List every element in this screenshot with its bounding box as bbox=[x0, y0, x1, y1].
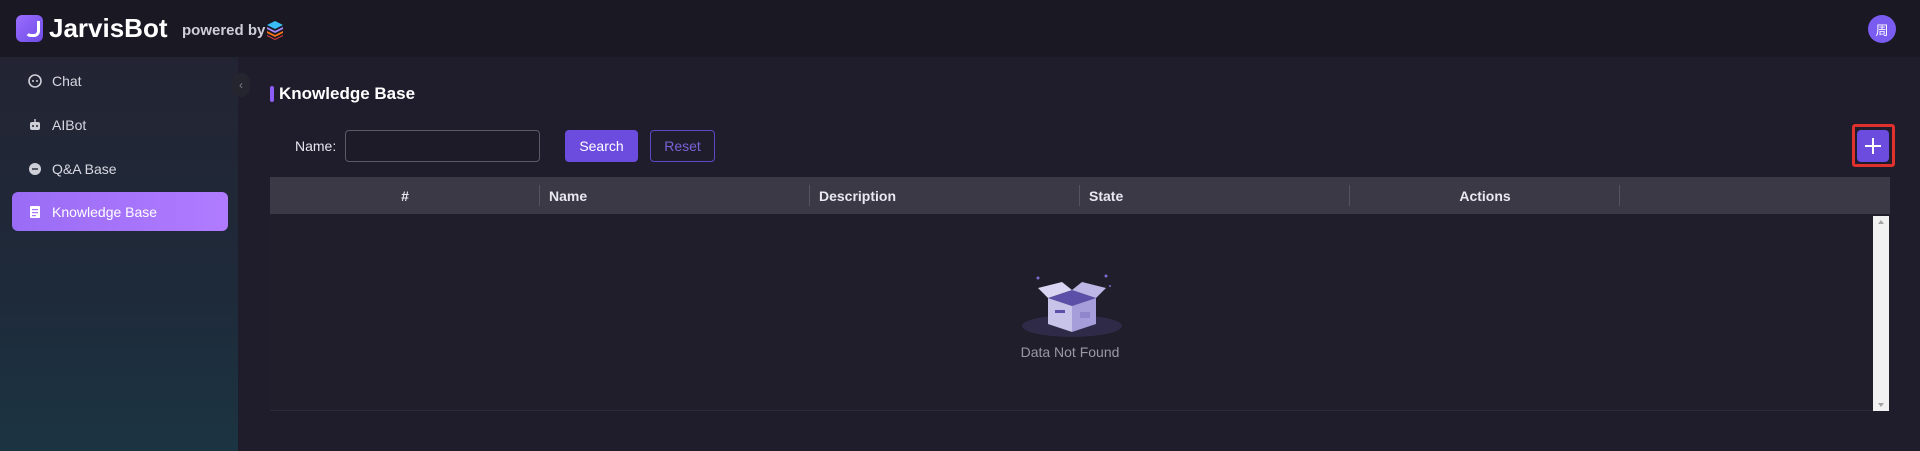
column-header-actions[interactable]: Actions bbox=[1350, 177, 1620, 214]
add-knowledge-base-button[interactable] bbox=[1857, 130, 1889, 162]
app-name: JarvisBot bbox=[49, 13, 168, 43]
collapse-sidebar-button[interactable]: ‹ bbox=[232, 73, 250, 97]
sidebar-item-label: AIBot bbox=[52, 116, 87, 133]
column-header-index[interactable]: # bbox=[270, 177, 540, 214]
book-icon bbox=[28, 205, 42, 219]
column-header-name[interactable]: Name bbox=[540, 177, 810, 214]
app-logo-icon bbox=[16, 15, 43, 42]
column-header-description[interactable]: Description bbox=[810, 177, 1080, 214]
plus-icon bbox=[1865, 138, 1881, 154]
empty-state-text: Data Not Found bbox=[1020, 344, 1120, 360]
scroll-up-arrow-icon[interactable] bbox=[1878, 220, 1884, 224]
top-header: JarvisBot powered by 周 bbox=[0, 0, 1920, 57]
empty-box-icon bbox=[1022, 274, 1122, 337]
sidebar-item-aibot[interactable]: AIBot bbox=[12, 105, 228, 144]
user-avatar[interactable]: 周 bbox=[1868, 15, 1896, 43]
page-title: Knowledge Base bbox=[279, 84, 416, 103]
sidebar-item-label: Chat bbox=[52, 72, 82, 89]
sidebar-item-knowledge-base[interactable]: Knowledge Base bbox=[12, 192, 228, 231]
robot-icon bbox=[28, 118, 42, 132]
sidebar-item-label: Knowledge Base bbox=[52, 203, 158, 220]
search-button[interactable]: Search bbox=[565, 130, 638, 162]
stack-logo-icon bbox=[267, 21, 283, 40]
name-filter-input[interactable] bbox=[345, 130, 540, 162]
sidebar-item-chat[interactable]: Chat bbox=[12, 61, 228, 100]
table-scrollbar[interactable] bbox=[1873, 216, 1889, 411]
chevron-left-icon: ‹ bbox=[239, 78, 243, 92]
table-header: # Name Description State Actions bbox=[270, 177, 1890, 214]
sidebar-item-qa-base[interactable]: Q&A Base bbox=[12, 149, 228, 188]
chat-icon bbox=[28, 73, 42, 88]
reset-button[interactable]: Reset bbox=[650, 130, 715, 162]
column-header-state[interactable]: State bbox=[1080, 177, 1350, 214]
name-filter-label: Name: bbox=[295, 138, 337, 154]
column-header-spacer bbox=[1620, 177, 1890, 214]
scroll-down-arrow-icon[interactable] bbox=[1878, 403, 1884, 407]
sidebar-item-label: Q&A Base bbox=[52, 160, 117, 177]
powered-by-label: powered by bbox=[182, 22, 266, 39]
qa-icon bbox=[28, 162, 42, 176]
title-accent-bar bbox=[270, 86, 274, 102]
